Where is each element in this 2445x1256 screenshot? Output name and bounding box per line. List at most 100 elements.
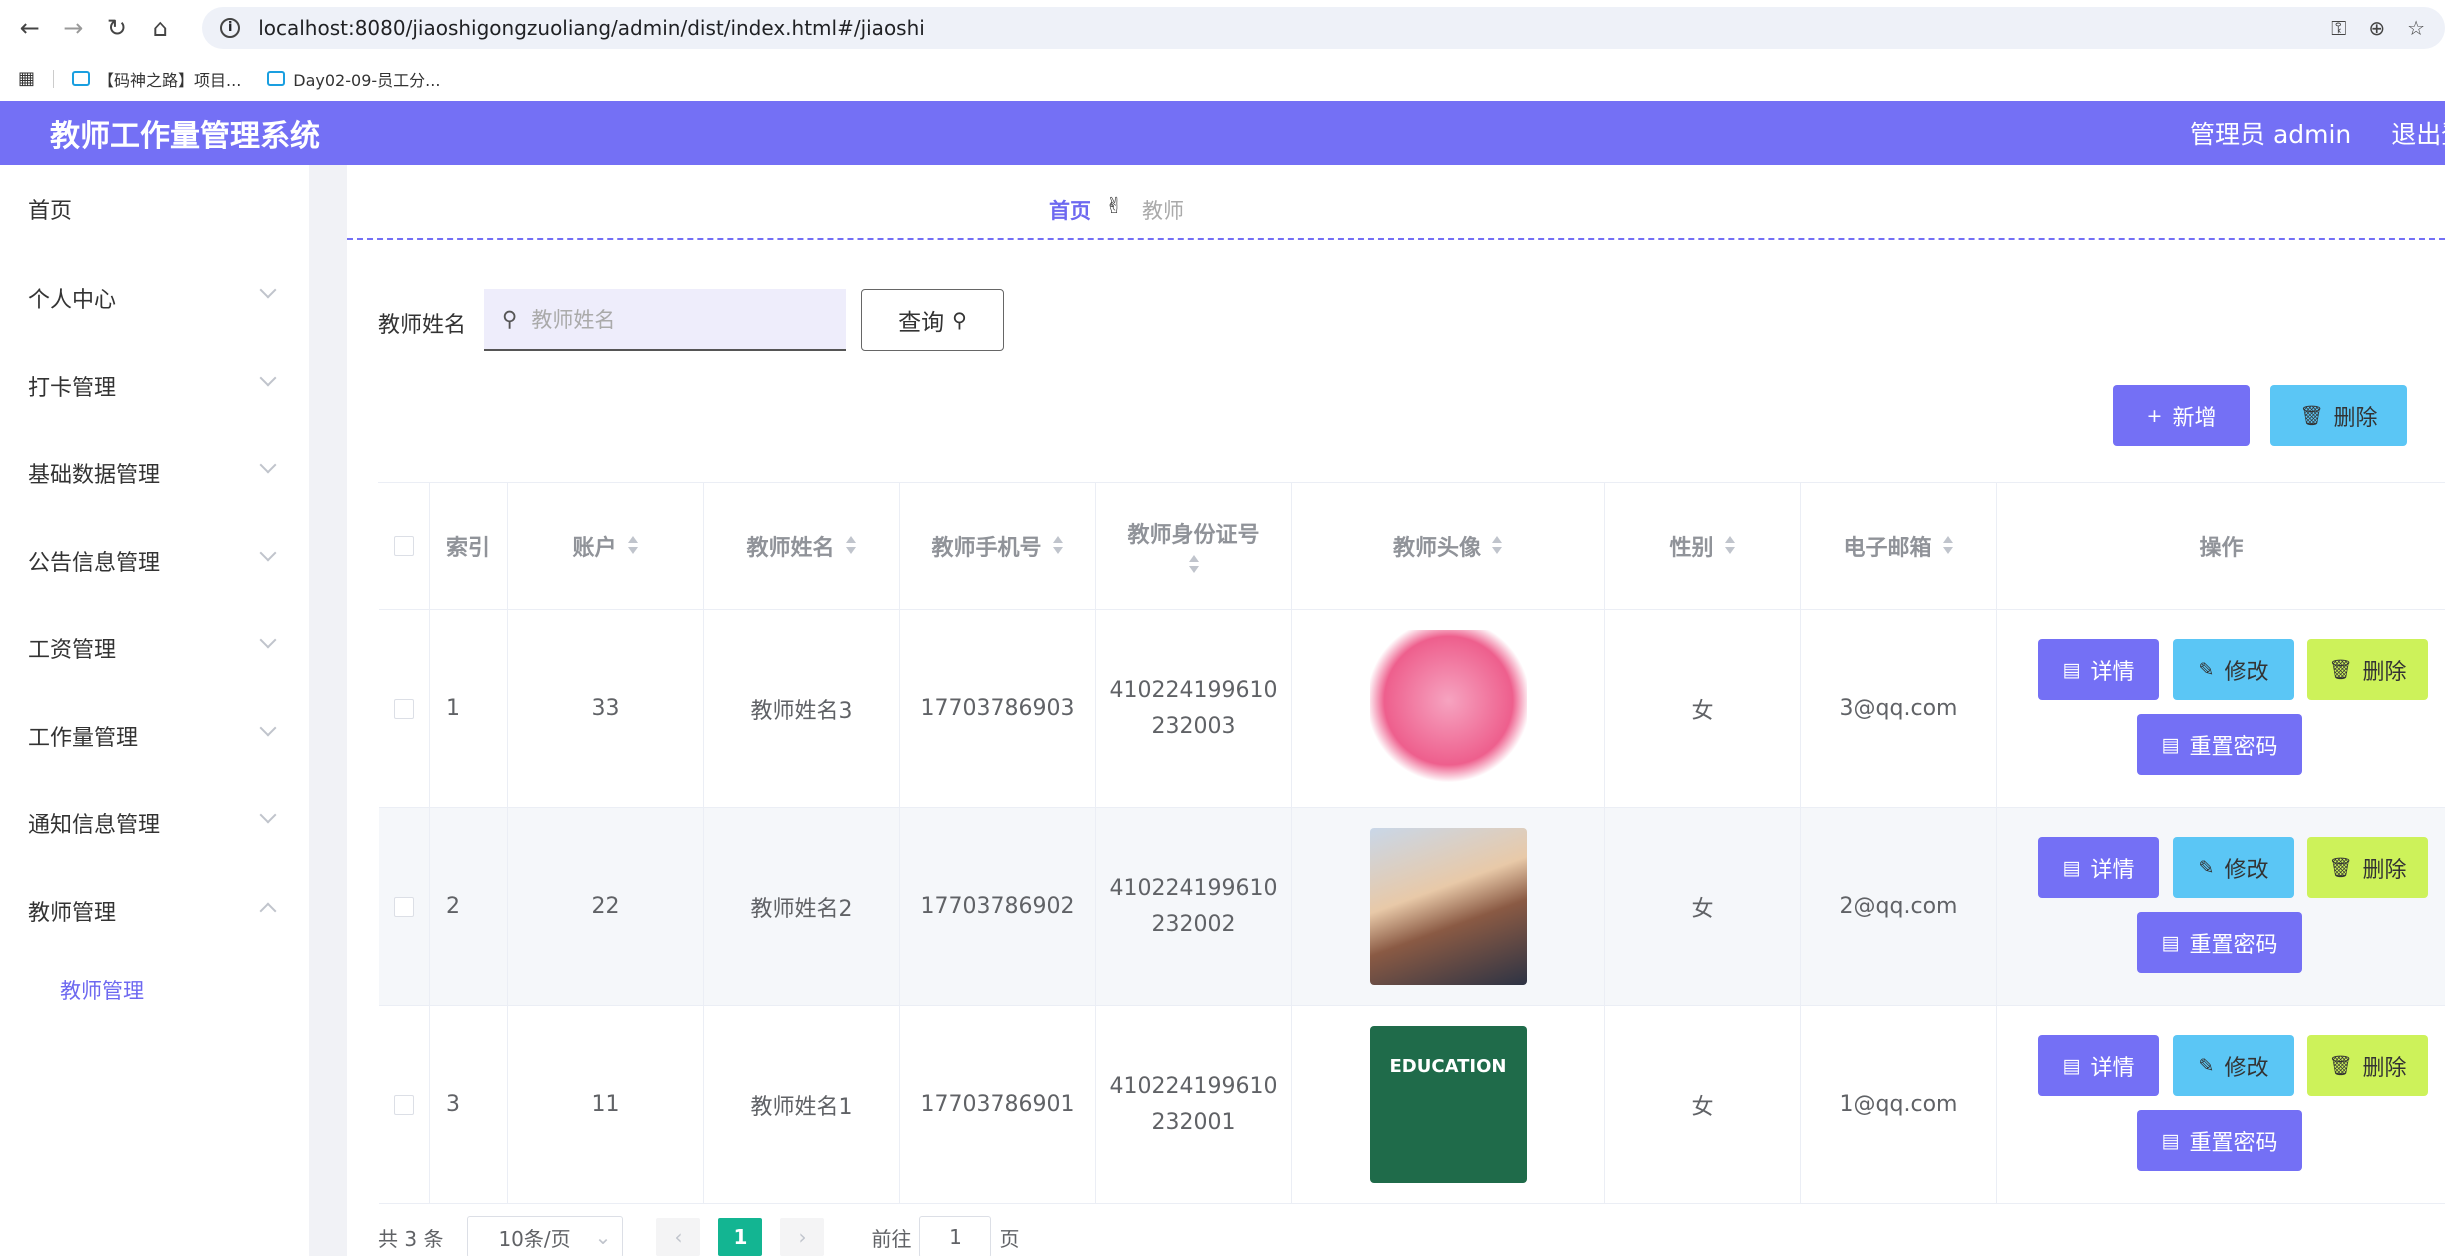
id-card-line: 232001 [1151,1109,1236,1135]
page-size-select[interactable]: 10条/页 ⌄ [467,1216,624,1256]
id-card-line: 232003 [1151,713,1236,739]
id-card-line: 410224199610 [1109,1073,1278,1099]
reset-password-button[interactable]: ▤ 重置密码 [2137,912,2302,973]
chevron-down-icon [259,719,277,737]
star-icon[interactable]: ☆ [2407,16,2425,40]
row-checkbox[interactable] [394,1094,414,1115]
bookmark-item[interactable]: 【码神之路】项目... [72,67,241,91]
search-input[interactable]: ⚲ 教师姓名 [484,289,846,351]
cell-id-card: 410224199610 232002 [1096,808,1292,1006]
sidebar-item-teacher[interactable]: 教师管理 [28,895,116,927]
sidebar-item-workload[interactable]: 工作量管理 [28,720,138,752]
forward-icon[interactable]: → [58,12,90,44]
header-avatar[interactable]: 教师头像 [1292,483,1605,610]
cell-phone: 17703786903 [900,610,1096,808]
sort-icon[interactable] [1724,536,1736,556]
detail-button-label: 详情 [2090,659,2135,685]
user-name: 管理员 admin [2190,120,2352,149]
chevron-down-icon [259,369,277,387]
sort-icon[interactable] [1052,536,1064,556]
goto-page-input[interactable]: 1 [919,1216,992,1256]
home-icon[interactable]: ⌂ [145,12,177,44]
header-account[interactable]: 账户 [508,483,704,610]
bookmark-item[interactable]: Day02-09-员工分... [267,67,440,91]
header-email[interactable]: 电子邮箱 [1801,483,1997,610]
detail-button[interactable]: ▤ 详情 [2038,837,2159,898]
delete-button[interactable]: 🗑 删除 [2307,1035,2428,1096]
content-card: 首页 ✌ 教师 教师姓名 ⚲ 教师姓名 查询 ⚲ + 新增 🗑 删除 索引 账户… [347,165,2445,1256]
header-name[interactable]: 教师姓名 [704,483,900,610]
query-button[interactable]: 查询 ⚲ [861,289,1004,351]
header-phone[interactable]: 教师手机号 [900,483,1096,610]
edit-button[interactable]: ✎ 修改 [2173,1035,2294,1096]
cell-account: 33 [508,610,704,808]
header-gender[interactable]: 性别 [1605,483,1801,610]
sidebar-item-profile[interactable]: 个人中心 [28,282,116,314]
breadcrumb-current: 教师 [1142,199,1184,223]
table-row: 3 11 教师姓名1 17703786901 410224199610 23200… [379,1006,2445,1204]
cell-id-card: 410224199610 232003 [1096,610,1292,808]
sidebar-item-home[interactable]: 首页 [28,193,72,225]
detail-button[interactable]: ▤ 详情 [2038,1035,2159,1096]
sort-icon[interactable] [1491,536,1503,556]
sidebar-item-basic-data[interactable]: 基础数据管理 [28,457,160,489]
sidebar-item-checkin[interactable]: 打卡管理 [28,370,116,402]
search-icon: ⚲ [502,307,518,331]
reload-icon[interactable]: ↻ [101,12,133,44]
sort-icon[interactable] [1942,536,1954,556]
cell-avatar [1292,808,1605,1006]
sidebar-subitem-teacher-manage[interactable]: 教师管理 [60,975,144,1005]
select-all-checkbox[interactable] [394,536,414,556]
reset-password-button[interactable]: ▤ 重置密码 [2137,714,2302,775]
zoom-icon[interactable]: ⊕ [2368,16,2385,40]
cell-actions: ▤ 详情 ✎ 修改 🗑 删除 ▤ 重置密码 [1997,808,2445,1006]
page-size-value: 10条/页 [498,1226,571,1251]
back-icon[interactable]: ← [14,12,46,44]
cell-email: 2@qq.com [1801,808,1997,1006]
sidebar-item-notice[interactable]: 公告信息管理 [28,545,160,577]
reset-password-label: 重置密码 [2189,1130,2278,1156]
cell-id-card: 410224199610 232001 [1096,1006,1292,1204]
cell-account: 22 [508,808,704,1006]
bulk-delete-button[interactable]: 🗑 删除 [2270,385,2407,446]
id-card-line: 410224199610 [1109,875,1278,901]
site-info-icon[interactable]: i [220,18,241,38]
document-icon: ▤ [2062,658,2081,681]
reset-password-button[interactable]: ▤ 重置密码 [2137,1110,2302,1171]
bookmarks-bar: ▦ 【码神之路】项目... Day02-09-员工分... [0,56,2445,101]
avatar-image: EDUCATION [1369,1026,1527,1183]
edit-button[interactable]: ✎ 修改 [2173,837,2294,898]
sort-icon[interactable] [845,536,857,556]
prev-page-button[interactable]: ‹ [656,1218,701,1256]
row-checkbox[interactable] [394,896,414,917]
sort-icon[interactable] [1188,555,1200,575]
address-row: ← → ↻ ⌂ i localhost:8080/jiaoshigongzuol… [0,0,2445,56]
add-button[interactable]: + 新增 [2113,385,2250,446]
edit-button[interactable]: ✎ 修改 [2173,639,2294,700]
chevron-down-icon: ⌄ [594,1225,612,1249]
header-id-card[interactable]: 教师身份证号 [1096,483,1292,610]
page-number-current[interactable]: 1 [718,1218,763,1256]
search-placeholder: 教师姓名 [531,308,616,332]
header-account-label: 账户 [572,536,617,561]
breadcrumb-home[interactable]: 首页 [1049,195,1091,225]
address-bar[interactable]: i localhost:8080/jiaoshigongzuoliang/adm… [202,7,2445,49]
row-checkbox[interactable] [394,698,414,719]
detail-button-label: 详情 [2090,857,2135,883]
logout-link[interactable]: 退出登 [2391,115,2445,151]
sidebar-item-notification[interactable]: 通知信息管理 [28,807,160,839]
key-icon[interactable]: ⚿ [2331,16,2346,40]
detail-button[interactable]: ▤ 详情 [2038,639,2159,700]
next-page-button[interactable]: › [780,1218,825,1256]
chevron-left-icon: ‹ [674,1225,683,1249]
edit-button-label: 修改 [2224,1055,2269,1081]
apps-grid-icon[interactable]: ▦ [18,68,35,89]
cell-index: 1 [430,610,508,808]
row-actions: ▤ 详情 ✎ 修改 🗑 删除 ▤ 重置密码 [1997,610,2445,807]
delete-button[interactable]: 🗑 删除 [2307,837,2428,898]
delete-button[interactable]: 🗑 删除 [2307,639,2428,700]
sort-icon[interactable] [627,536,639,556]
cell-email: 1@qq.com [1801,1006,1997,1204]
sidebar-item-salary[interactable]: 工资管理 [28,632,116,664]
document-icon: ▤ [2161,733,2180,756]
